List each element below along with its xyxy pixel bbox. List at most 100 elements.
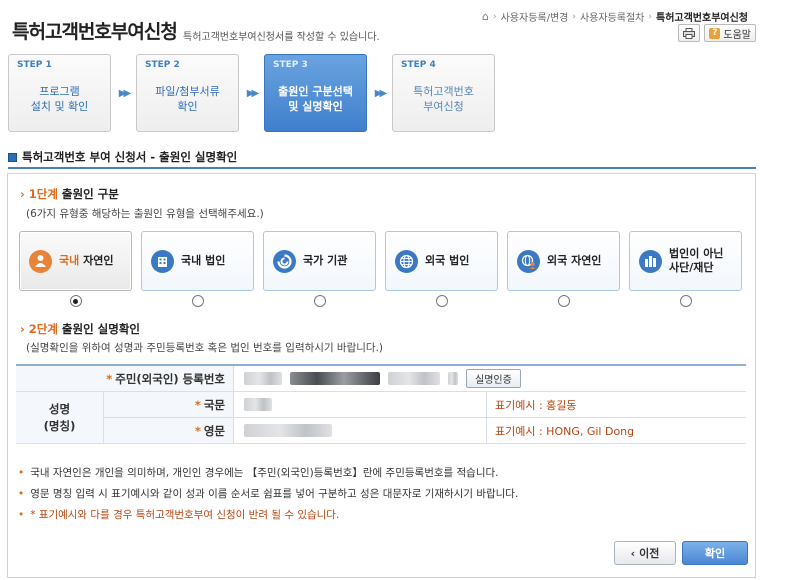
rrn-input-part3[interactable] (388, 372, 440, 385)
step-label: 특허고객번호 부여신청 (413, 85, 474, 113)
rrn-input-part1[interactable] (244, 372, 282, 385)
real-name-verify-button[interactable]: 실명인증 (466, 369, 521, 388)
note-item: 국내 자연인은 개인을 의미하며, 개인인 경우에는 【주민(외국인)등록번호】… (18, 463, 518, 484)
stage2-subtitle: (실명확인을 위하여 성명과 주민등록번호 혹은 법인 번호를 입력하시기 바랍… (26, 342, 384, 354)
english-name-field[interactable] (234, 418, 486, 443)
application-form-panel: › 1단계 출원인 구분 (6가지 유형중 해당하는 출원인 유형을 선택해주세요.… (7, 173, 756, 578)
stage2-title: 출원인 실명확인 (61, 322, 140, 336)
rrn-input-part2[interactable] (290, 372, 380, 385)
radio-government-agency[interactable] (313, 295, 326, 307)
type-label: 국가 기관 (303, 254, 348, 267)
step-2: STEP 2 파일/첨부서류 확인 (136, 54, 239, 132)
required-icon: * (106, 371, 113, 386)
print-icon (683, 27, 696, 39)
rrn-row: * 주민(외국인) 등록번호 실명인증 (16, 366, 746, 392)
radio-foreign-corporation[interactable] (435, 295, 448, 307)
chevron-right-icon: › (20, 322, 25, 336)
stage2-heading: › 2단계 출원인 실명확인 (20, 321, 140, 337)
english-name-example: 표기예시 : HONG, Gil Dong (486, 418, 746, 443)
type-domestic-individual[interactable]: 국내 자연인 (19, 231, 132, 291)
note-warning: * 표기예시와 다를 경우 특허고객번호부여 신청이 반려 될 수 있습니다. (18, 505, 518, 526)
name-label: 성명 (명칭) (16, 392, 104, 444)
radio-foreign-individual[interactable] (557, 295, 570, 307)
note-item: 영문 명칭 입력 시 표기예시와 같이 성과 이름 순서로 쉼표를 넣어 구분하… (18, 484, 518, 505)
previous-button[interactable]: ‹ 이전 (614, 541, 676, 565)
breadcrumb-separator-icon: › (492, 11, 497, 22)
breadcrumb-separator-icon: › (648, 11, 652, 22)
korean-name-field[interactable] (234, 392, 486, 417)
breadcrumb-item[interactable]: 사용자등록/변경 (501, 9, 569, 24)
help-label: 도움말 (723, 29, 751, 41)
type-non-corporate-association[interactable]: 법인이 아닌 사단/재단 (629, 231, 742, 291)
identity-form: * 주민(외국인) 등록번호 실명인증 성명 (명칭) * 국문 표기예시: … (16, 364, 746, 444)
breadcrumb-separator-icon: › (572, 11, 576, 22)
korean-name-example: 표기예시 : 홍길동 (486, 392, 746, 417)
stage1-subtitle: (6가지 유형중 해당하는 출원인 유형을 선택해주세요.) (26, 208, 264, 220)
type-foreign-individual[interactable]: 외국 자연인 (507, 231, 620, 291)
section-bullet-icon (8, 152, 17, 162)
help-icon: ? (709, 27, 721, 39)
type-label: 법인이 아닌 사단/재단 (669, 247, 724, 274)
chevron-left-icon: ‹ (630, 546, 636, 560)
section-title: 특허고객번호 부여 신청서 - 출원인 실명확인 (8, 149, 237, 165)
type-label: 국내 자연인 (59, 254, 114, 267)
section-title-text: 특허고객번호 부여 신청서 - 출원인 실명확인 (22, 150, 238, 164)
print-button[interactable] (678, 24, 701, 42)
step-1: STEP 1 프로그램 설치 및 확인 (8, 54, 111, 132)
applicant-type-radios (19, 295, 742, 307)
help-button[interactable]: ? 도움말 (704, 24, 756, 42)
type-label: 외국 법인 (425, 254, 470, 267)
rrn-label: * 주민(외국인) 등록번호 (16, 366, 234, 391)
radio-domestic-corporation[interactable] (191, 295, 204, 307)
page-description: 특허고객번호부여신청서를 작성할 수 있습니다. (183, 32, 380, 43)
step-number: STEP 4 (401, 60, 436, 70)
breadcrumb: ⌂ › 사용자등록/변경 › 사용자등록절차 › 특허고객번호부여신청 (482, 9, 748, 24)
step-number: STEP 3 (273, 60, 308, 70)
stage1-heading: › 1단계 출원인 구분 (20, 186, 119, 202)
type-label: 국내 법인 (181, 254, 226, 267)
radio-non-corporate-association[interactable] (679, 295, 692, 307)
confirm-button[interactable]: 확인 (682, 541, 748, 565)
person-icon (29, 249, 52, 273)
keyboard-security-icon[interactable] (448, 372, 458, 385)
korean-name-row: * 국문 표기예시 : 홍길동 (104, 392, 746, 418)
breadcrumb-current: 특허고객번호부여신청 (656, 13, 748, 24)
chevron-right-icon: › (20, 187, 25, 201)
type-foreign-corporation[interactable]: 외국 법인 (385, 231, 498, 291)
step-arrow-icon: ▶▶ (118, 87, 131, 99)
step-label: 파일/첨부서류 확인 (155, 85, 220, 113)
step-indicator: STEP 1 프로그램 설치 및 확인 ▶▶ STEP 2 파일/첨부서류 확인… (8, 54, 495, 132)
applicant-type-list: 국내 자연인 국내 법인 국가 기관 외국 법인 외국 자연인 법인이 아닌 사… (19, 231, 742, 291)
required-icon: * (194, 423, 201, 438)
english-name-label: * 영문 (104, 418, 234, 443)
globe-icon (395, 249, 418, 273)
required-icon: * (194, 397, 201, 412)
step-label: 출원인 구분선택 및 실명확인 (278, 85, 353, 113)
korean-name-label: * 국문 (104, 392, 234, 417)
step-number: STEP 2 (145, 60, 180, 70)
government-icon (273, 249, 296, 273)
step-number: STEP 1 (17, 60, 52, 70)
stage2-number: 2단계 (28, 322, 58, 336)
building-icon (151, 249, 174, 273)
home-icon[interactable]: ⌂ (482, 10, 489, 23)
breadcrumb-item[interactable]: 사용자등록절차 (580, 9, 644, 24)
section-divider (8, 167, 756, 169)
globe-person-icon (517, 249, 540, 273)
stage1-number: 1단계 (28, 187, 58, 201)
step-label: 프로그램 설치 및 확인 (30, 85, 89, 113)
radio-domestic-individual[interactable] (69, 295, 82, 307)
rrn-field[interactable]: 실명인증 (234, 366, 746, 391)
english-name-row: * 영문 표기예시 : HONG, Gil Dong (104, 418, 746, 444)
type-label: 외국 자연인 (547, 254, 602, 267)
type-government-agency[interactable]: 국가 기관 (263, 231, 376, 291)
notes-list: 국내 자연인은 개인을 의미하며, 개인인 경우에는 【주민(외국인)등록번호】… (18, 463, 518, 526)
type-domestic-corporation[interactable]: 국내 법인 (141, 231, 254, 291)
korean-name-input[interactable] (244, 398, 272, 411)
step-arrow-icon: ▶▶ (246, 87, 259, 99)
stage1-title: 출원인 구분 (61, 187, 119, 201)
step-3: STEP 3 출원인 구분선택 및 실명확인 (264, 54, 367, 132)
top-tools: ? 도움말 (678, 24, 756, 42)
english-name-input[interactable] (244, 424, 332, 437)
step-arrow-icon: ▶▶ (374, 87, 387, 99)
